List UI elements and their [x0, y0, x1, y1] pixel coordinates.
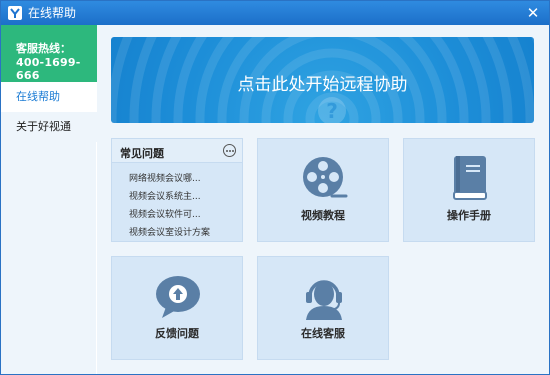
sidebar-item-label: 在线帮助: [16, 90, 60, 103]
window-title: 在线帮助: [28, 6, 77, 20]
more-dots-icon[interactable]: [223, 144, 236, 157]
faq-item[interactable]: 视频会议系统主...: [129, 189, 201, 202]
help-window: 在线帮助 ✕ 客服热线： 400-1699-666 在线帮助 关于好视通 ? 点…: [0, 0, 550, 375]
hotline-label: 客服热线：: [16, 42, 71, 55]
title-bar: 在线帮助 ✕: [1, 1, 549, 25]
tile-label: 视频教程: [301, 209, 345, 222]
banner-text: 点击此处开始远程协助: [237, 75, 408, 95]
faq-item[interactable]: 网络视频会议哪...: [129, 171, 201, 184]
sidebar-item-label: 关于好视通: [16, 120, 71, 133]
close-icon: ✕: [526, 4, 540, 22]
faq-panel: 常见问题 网络视频会议哪... 视频会议系统主... 视频会议软件可... 视频…: [111, 138, 243, 242]
sidebar-background: [1, 142, 96, 374]
hotline-panel: 客服热线： 400-1699-666: [1, 25, 97, 82]
tile-label: 操作手册: [447, 209, 491, 222]
manual-tile[interactable]: 操作手册: [403, 138, 535, 242]
sidebar: 客服热线： 400-1699-666 在线帮助 关于好视通: [1, 25, 98, 374]
main-content: ? 点击此处开始远程协助 常见问题 网络视频会议哪... 视频会议系统主... …: [97, 25, 549, 374]
hotline-number: 400-1699-666: [16, 56, 81, 82]
svg-text:?: ?: [326, 99, 338, 123]
book-icon: [453, 156, 487, 200]
online-support-tile[interactable]: 在线客服: [257, 256, 389, 360]
faq-item[interactable]: 视频会议室设计方案: [129, 225, 210, 238]
faq-title: 常见问题: [120, 147, 164, 160]
app-logo-icon: [8, 6, 22, 20]
close-button[interactable]: ✕: [523, 4, 543, 22]
video-tutorial-tile[interactable]: 视频教程: [257, 138, 389, 242]
faq-header: 常见问题: [112, 139, 242, 163]
sidebar-item-about[interactable]: 关于好视通: [1, 112, 97, 142]
remote-assist-banner[interactable]: ? 点击此处开始远程协助: [111, 37, 534, 123]
faq-item[interactable]: 视频会议软件可...: [129, 207, 201, 220]
tile-label: 反馈问题: [155, 327, 199, 340]
speech-bubble-upload-icon: [156, 276, 200, 318]
film-reel-icon: [303, 157, 348, 198]
sidebar-item-online-help[interactable]: 在线帮助: [1, 82, 97, 112]
headset-agent-icon: [306, 280, 342, 320]
feedback-tile[interactable]: 反馈问题: [111, 256, 243, 360]
tile-label: 在线客服: [301, 327, 345, 340]
